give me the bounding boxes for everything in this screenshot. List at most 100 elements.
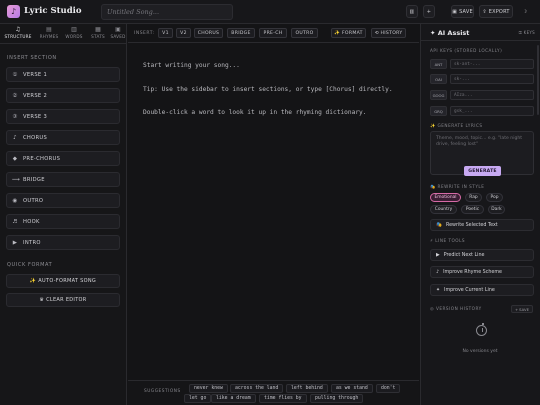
chip-v1[interactable]: V1: [158, 28, 173, 38]
suggestion-chip[interactable]: as we stand: [331, 384, 373, 393]
style-chip-poetic[interactable]: Poetic: [461, 205, 484, 214]
insert-toolbar: INSERT: V1 V2 CHORUS BRIDGE PRE-CH OUTRO…: [128, 24, 419, 43]
style-chip-emotional[interactable]: Emotional: [430, 193, 461, 202]
suggestions-bar: SUGGESTIONS never knew across the land l…: [128, 380, 419, 405]
app-title: Lyric Studio: [24, 6, 82, 16]
suggestion-chip[interactable]: don't: [376, 384, 401, 393]
number-two-icon: ②: [12, 92, 18, 99]
groq-key-input[interactable]: gsk_...: [450, 106, 534, 116]
top-bar: ♪ Lyric Studio Untitled Song... ▥ + ▣ SA…: [0, 0, 540, 24]
ai-assist-header: ✦ AI Assist ⚿ KEYS: [421, 24, 540, 41]
music-note-icon: ♪: [436, 269, 440, 275]
insert-intro-button[interactable]: ▶ INTRO: [6, 235, 120, 250]
masks-icon: 🎭: [436, 222, 442, 228]
openai-key-input[interactable]: sk-...: [450, 74, 534, 84]
api-key-row: GRQ gsk_...: [430, 106, 534, 116]
anthropic-key-input[interactable]: sk-ant-...: [450, 59, 534, 69]
music-note-icon: ♪: [13, 134, 17, 141]
rewrite-style-heading: 🎭 REWRITE IN STYLE: [430, 184, 485, 189]
sidebar-tabs: ♫ STRUCTURE ▤ RHYMES ▥ WORDS ▦ STATS ▣ S…: [0, 24, 127, 44]
generate-button[interactable]: GENERATE: [464, 166, 501, 176]
outro-icon: ◉: [12, 197, 18, 204]
suggestion-chip[interactable]: never knew: [189, 384, 228, 393]
new-song-button[interactable]: +: [423, 5, 435, 18]
insert-pre-chorus-button[interactable]: ◆ PRE-CHORUS: [6, 151, 120, 166]
improve-line-button[interactable]: ✦ Improve Current Line: [430, 284, 534, 296]
improve-rhyme-button[interactable]: ♪ Improve Rhyme Scheme: [430, 266, 534, 278]
theme-toggle-button[interactable]: ☽: [519, 5, 531, 18]
clear-editor-button[interactable]: ♛ CLEAR EDITOR: [6, 293, 120, 307]
key-provider-tag: GRQ: [430, 106, 447, 116]
key-provider-tag: OAI: [430, 74, 447, 84]
line-tools-heading: ⚡ LINE TOOLS: [430, 238, 466, 243]
play-icon: ▶: [12, 239, 18, 246]
tab-stats[interactable]: ▦ STATS: [86, 26, 110, 43]
version-history-heading: ◎ VERSION HISTORY: [430, 306, 482, 311]
hook-icon: ♬: [12, 218, 18, 225]
api-key-row: ANT sk-ant-...: [430, 59, 534, 69]
tab-saved[interactable]: ▣ SAVED: [109, 26, 127, 43]
suggestion-chip[interactable]: let go: [184, 394, 212, 403]
sparkle-icon: ✦: [430, 29, 436, 37]
style-chip-rap[interactable]: Rap: [465, 193, 482, 202]
insert-verse-2-button[interactable]: ② VERSE 2: [6, 88, 120, 103]
suggestion-chip[interactable]: left behind: [286, 384, 328, 393]
tab-structure[interactable]: ♫ STRUCTURE: [0, 26, 36, 43]
suggestion-chip[interactable]: across the land: [230, 384, 284, 393]
style-chip-pop[interactable]: Pop: [486, 193, 503, 202]
save-version-button[interactable]: + SAVE: [510, 305, 533, 313]
editor-placeholder-line: Start writing your song...: [143, 62, 240, 69]
suggestion-chip[interactable]: like a dream: [211, 394, 256, 403]
export-label: EXPORT: [488, 8, 510, 15]
plus-icon: +: [426, 8, 432, 15]
chip-chorus[interactable]: CHORUS: [194, 28, 223, 38]
chip-v2[interactable]: V2: [176, 28, 191, 38]
play-icon: ▶: [436, 252, 440, 258]
api-keys-heading: API KEYS (STORED LOCALLY): [430, 48, 503, 53]
moon-icon: ☽: [522, 8, 528, 15]
insert-verse-1-button[interactable]: ① VERSE 1: [6, 67, 120, 82]
chip-bridge[interactable]: BRIDGE: [227, 28, 255, 38]
chip-outro[interactable]: OUTRO: [291, 28, 318, 38]
insert-hook-button[interactable]: ♬ HOOK: [6, 214, 120, 229]
layout-toggle-button[interactable]: ▥: [406, 5, 418, 18]
api-key-row: GOOG AIza...: [430, 90, 534, 100]
save-button[interactable]: ▣ SAVE: [451, 5, 474, 18]
save-icon: ▣: [452, 8, 458, 15]
insert-outro-button[interactable]: ◉ OUTRO: [6, 193, 120, 208]
insert-chorus-button[interactable]: ♪ CHORUS: [6, 130, 120, 145]
diamond-icon: ◆: [12, 155, 18, 162]
chart-icon: ▦: [95, 26, 101, 33]
tab-words[interactable]: ▥ WORDS: [62, 26, 86, 43]
number-three-icon: ③: [12, 113, 18, 120]
no-versions-text: No versions yet: [462, 349, 498, 354]
style-chip-country[interactable]: Country: [430, 205, 457, 214]
keys-link[interactable]: ⚿ KEYS: [519, 30, 535, 35]
style-chip-dark[interactable]: Dark: [488, 205, 505, 214]
key-provider-tag: ANT: [430, 59, 447, 69]
google-key-input[interactable]: AIza...: [450, 90, 534, 100]
insert-section-heading: INSERT SECTION: [7, 55, 57, 61]
editor-placeholder-line: Tip: Use the sidebar to insert sections,…: [143, 86, 393, 93]
saved-icon: ▣: [115, 26, 121, 33]
key-provider-tag: GOOG: [430, 90, 447, 100]
panel-scrollbar[interactable]: [537, 45, 539, 115]
suggestion-chip[interactable]: pulling through: [310, 394, 364, 403]
save-label: SAVE: [459, 8, 473, 15]
tab-rhymes[interactable]: ▤ RHYMES: [37, 26, 61, 43]
app-logo-icon: ♪: [7, 5, 20, 18]
format-button[interactable]: ✨ FORMAT: [331, 28, 366, 38]
suggestion-chip[interactable]: time flies by: [259, 394, 307, 403]
history-button[interactable]: ⟲ HISTORY: [371, 28, 406, 38]
rewrite-selected-button[interactable]: 🎭 Rewrite Selected Text: [430, 219, 534, 231]
auto-format-button[interactable]: ✨ AUTO-FORMAT SONG: [6, 274, 120, 288]
predict-next-line-button[interactable]: ▶ Predict Next Line: [430, 249, 534, 261]
insert-bridge-button[interactable]: ⟿ BRIDGE: [6, 172, 120, 187]
insert-verse-3-button[interactable]: ③ VERSE 3: [6, 109, 120, 124]
export-button[interactable]: ⇪ EXPORT: [479, 5, 513, 18]
insert-label: INSERT:: [134, 31, 155, 36]
plus-icon: +: [514, 306, 519, 312]
chip-pre-ch[interactable]: PRE-CH: [259, 28, 287, 38]
ai-assist-title: ✦ AI Assist: [430, 29, 470, 37]
song-title-input[interactable]: Untitled Song...: [101, 4, 233, 20]
